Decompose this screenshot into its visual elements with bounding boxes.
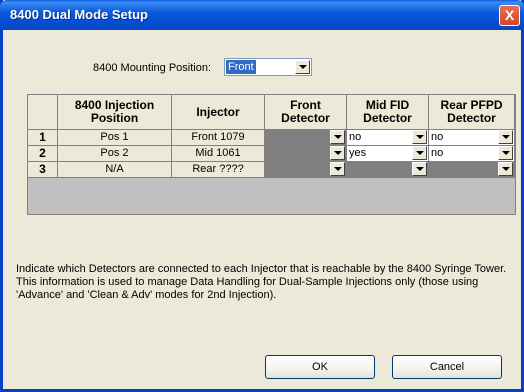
header-injector: Injector <box>172 95 265 130</box>
front-detector-select[interactable] <box>265 130 347 146</box>
chevron-down-icon <box>416 151 424 155</box>
chevron-down-icon <box>334 151 342 155</box>
dropdown-button[interactable] <box>498 130 513 144</box>
header-front-detector: Front Detector <box>265 95 347 130</box>
close-button[interactable]: X <box>499 5 520 26</box>
chevron-down-icon <box>416 135 424 139</box>
row-number: 3 <box>28 162 58 178</box>
chevron-down-icon <box>334 167 342 171</box>
header-mid-detector: Mid FID Detector <box>347 95 429 130</box>
chevron-down-icon <box>299 65 307 69</box>
mid-detector-select[interactable]: no <box>347 130 429 146</box>
close-icon: X <box>504 7 515 23</box>
position-cell: Pos 1 <box>58 130 172 146</box>
window-title: 8400 Dual Mode Setup <box>10 7 148 22</box>
dropdown-button[interactable] <box>412 162 427 176</box>
chevron-down-icon <box>416 167 424 171</box>
detector-grid: 8400 Injection Position Injector Front D… <box>27 94 516 215</box>
mid-detector-value: yes <box>349 147 367 159</box>
mid-detector-select[interactable] <box>347 162 429 178</box>
mounting-position-label: 8400 Mounting Position: <box>93 62 212 74</box>
dialog-window: 8400 Dual Mode Setup X 8400 Mounting Pos… <box>0 0 524 392</box>
chevron-down-icon <box>502 151 510 155</box>
mounting-position-value: Front <box>226 60 256 74</box>
injector-cell: Front 1079 <box>172 130 265 146</box>
header-injection-position: 8400 Injection Position <box>58 95 172 130</box>
chevron-down-icon <box>334 135 342 139</box>
dropdown-button[interactable] <box>330 146 345 160</box>
injector-cell: Mid 1061 <box>172 146 265 162</box>
front-detector-select[interactable] <box>265 162 347 178</box>
dropdown-button[interactable] <box>498 162 513 176</box>
dropdown-button[interactable] <box>330 162 345 176</box>
mid-detector-select[interactable]: yes <box>347 146 429 162</box>
position-cell: Pos 2 <box>58 146 172 162</box>
dropdown-button[interactable] <box>412 146 427 160</box>
header-rear-detector: Rear PFPD Detector <box>429 95 515 130</box>
front-detector-select[interactable] <box>265 146 347 162</box>
mounting-dropdown-button[interactable] <box>295 60 310 74</box>
chevron-down-icon <box>502 135 510 139</box>
row-number: 2 <box>28 146 58 162</box>
dropdown-button[interactable] <box>330 130 345 144</box>
mounting-position-select[interactable]: Front <box>224 58 312 76</box>
rear-detector-value: no <box>431 147 444 159</box>
dropdown-button[interactable] <box>412 130 427 144</box>
row-number: 1 <box>28 130 58 146</box>
cancel-button[interactable]: Cancel <box>392 355 502 379</box>
injector-cell: Rear ???? <box>172 162 265 178</box>
rear-detector-select[interactable]: no <box>429 130 515 146</box>
position-cell: N/A <box>58 162 172 178</box>
rear-detector-select[interactable] <box>429 162 515 178</box>
title-bar[interactable]: 8400 Dual Mode Setup X <box>0 0 524 30</box>
ok-button[interactable]: OK <box>265 355 375 379</box>
mid-detector-value: no <box>349 131 362 143</box>
header-row-number <box>28 95 58 130</box>
chevron-down-icon <box>502 167 510 171</box>
info-text: Indicate which Detectors are connected t… <box>16 263 507 301</box>
rear-detector-select[interactable]: no <box>429 146 515 162</box>
rear-detector-value: no <box>431 131 444 143</box>
dropdown-button[interactable] <box>498 146 513 160</box>
